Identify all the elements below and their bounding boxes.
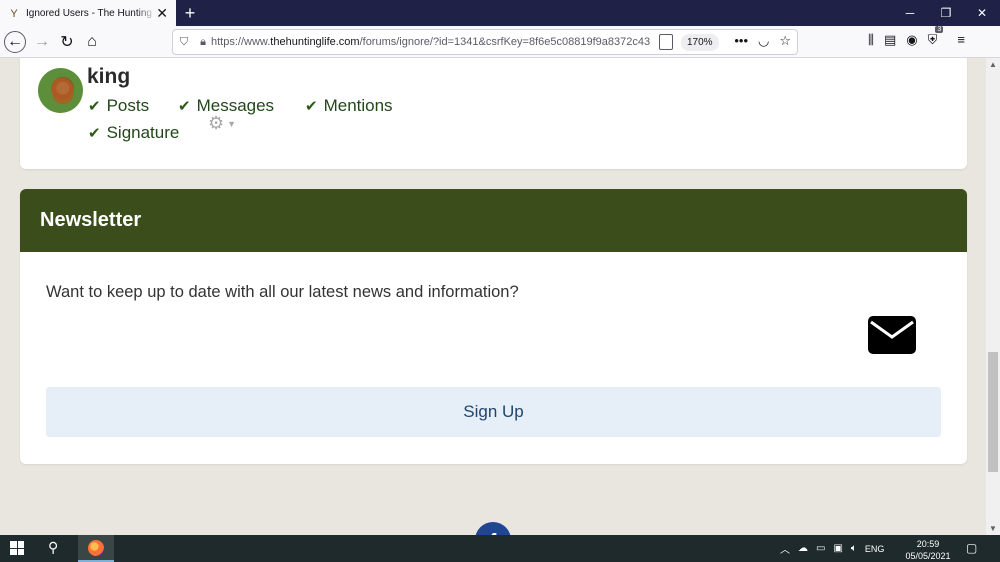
- page-content: king ✔ Posts ✔ Messages ✔ Mentions ✔ Signatu…: [0, 58, 986, 535]
- envelope-icon: [868, 316, 916, 354]
- newsletter-heading: Newsletter: [20, 189, 967, 252]
- check-icon: ✔: [178, 98, 191, 115]
- language-indicator[interactable]: ENG: [865, 544, 885, 554]
- bookmark-star-icon[interactable]: ☆: [779, 33, 791, 49]
- library-icon[interactable]: ⫼: [868, 32, 874, 48]
- tab-title: Ignored Users - The Hunting Life: [26, 8, 156, 19]
- network-icon[interactable]: ▣: [833, 543, 842, 554]
- ignore-option-posts: ✔ Posts: [88, 96, 150, 115]
- scroll-down-arrow-icon[interactable]: ▼: [986, 524, 1000, 533]
- battery-icon[interactable]: ▭: [816, 543, 825, 554]
- options-menu-button[interactable]: ⚙ ▼: [208, 113, 236, 134]
- firefox-icon: [88, 539, 104, 556]
- search-icon[interactable]: ⚲: [48, 539, 58, 556]
- scroll-up-arrow-icon[interactable]: ▲: [986, 60, 1000, 69]
- home-button[interactable]: ⌂: [80, 30, 104, 54]
- url-bar[interactable]: ⛉ 🔒︎ https://www.thehuntinglife.com/foru…: [172, 29, 798, 55]
- check-icon: ✔: [88, 125, 101, 142]
- clock-time: 20:59: [916, 539, 940, 549]
- ignored-user-card: king ✔ Posts ✔ Messages ✔ Mentions ✔ Signatu…: [20, 58, 967, 169]
- system-tray: ︿ ☁ ▭ ▣ 🔈︎ ENG: [780, 541, 884, 556]
- sign-up-button[interactable]: Sign Up: [46, 387, 941, 437]
- cloud-icon[interactable]: ☁: [798, 543, 808, 554]
- newsletter-text: Want to keep up to date with all our lat…: [46, 283, 519, 301]
- scroll-thumb[interactable]: [988, 352, 998, 472]
- chevron-up-icon[interactable]: ︿: [780, 541, 790, 556]
- zoom-level[interactable]: 170%: [681, 34, 719, 51]
- page-actions-icon[interactable]: •••: [734, 33, 748, 49]
- account-icon[interactable]: ◉: [906, 32, 917, 48]
- avatar[interactable]: [38, 68, 83, 113]
- menu-icon[interactable]: ≡: [957, 32, 965, 48]
- notification-icon[interactable]: ▢: [966, 541, 977, 555]
- ublock-icon[interactable]: ⛨ 3: [928, 26, 944, 48]
- ignore-option-signature: ✔ Signature: [88, 123, 180, 142]
- tab-close-icon[interactable]: ✕: [156, 6, 168, 20]
- check-icon: ✔: [88, 98, 101, 115]
- clock[interactable]: 20:59 05/05/2021: [898, 538, 958, 562]
- browser-tab[interactable]: Y Ignored Users - The Hunting Life ✕: [0, 0, 176, 27]
- windows-start-icon[interactable]: [10, 541, 24, 555]
- navigation-bar: ← → ↻ ⌂ ⛉ 🔒︎ https://www.thehuntinglife.…: [0, 26, 1000, 58]
- reload-button[interactable]: ↻: [55, 30, 79, 54]
- url-text[interactable]: https://www.thehuntinglife.com/forums/ig…: [211, 36, 651, 48]
- firefox-taskbar-button[interactable]: [78, 535, 114, 562]
- clock-date: 05/05/2021: [905, 551, 951, 561]
- new-tab-button[interactable]: +: [180, 3, 200, 23]
- volume-icon[interactable]: 🔈︎: [851, 543, 857, 554]
- newsletter-card: Newsletter Want to keep up to date with …: [20, 189, 967, 464]
- facebook-icon[interactable]: f: [475, 522, 511, 535]
- page-scrollbar[interactable]: ▲ ▼: [986, 58, 1000, 535]
- forward-button[interactable]: →: [30, 30, 54, 54]
- title-bar: Y Ignored Users - The Hunting Life ✕ + ─…: [0, 0, 1000, 27]
- taskbar: ⚲ ︿ ☁ ▭ ▣ 🔈︎ ENG 20:59 05/05/2021 ▢: [0, 535, 1000, 562]
- sidebar-icon[interactable]: ▤: [884, 32, 896, 48]
- username[interactable]: king: [87, 65, 130, 89]
- reader-view-icon[interactable]: [659, 34, 673, 50]
- ignore-option-mentions: ✔ Mentions: [305, 96, 393, 115]
- tracking-shield-icon[interactable]: ⛉: [173, 36, 195, 49]
- check-icon: ✔: [305, 98, 318, 115]
- close-window-button[interactable]: ✕: [964, 0, 1000, 26]
- deer-favicon-icon: Y: [10, 7, 18, 20]
- gear-icon: ⚙: [208, 113, 225, 133]
- lock-icon[interactable]: 🔒︎: [195, 36, 211, 49]
- pocket-icon[interactable]: ◡: [758, 33, 769, 49]
- caret-down-icon: ▼: [227, 118, 237, 129]
- minimize-button[interactable]: ─: [892, 0, 928, 26]
- back-button[interactable]: ←: [4, 31, 26, 53]
- restore-button[interactable]: ❐: [928, 0, 964, 26]
